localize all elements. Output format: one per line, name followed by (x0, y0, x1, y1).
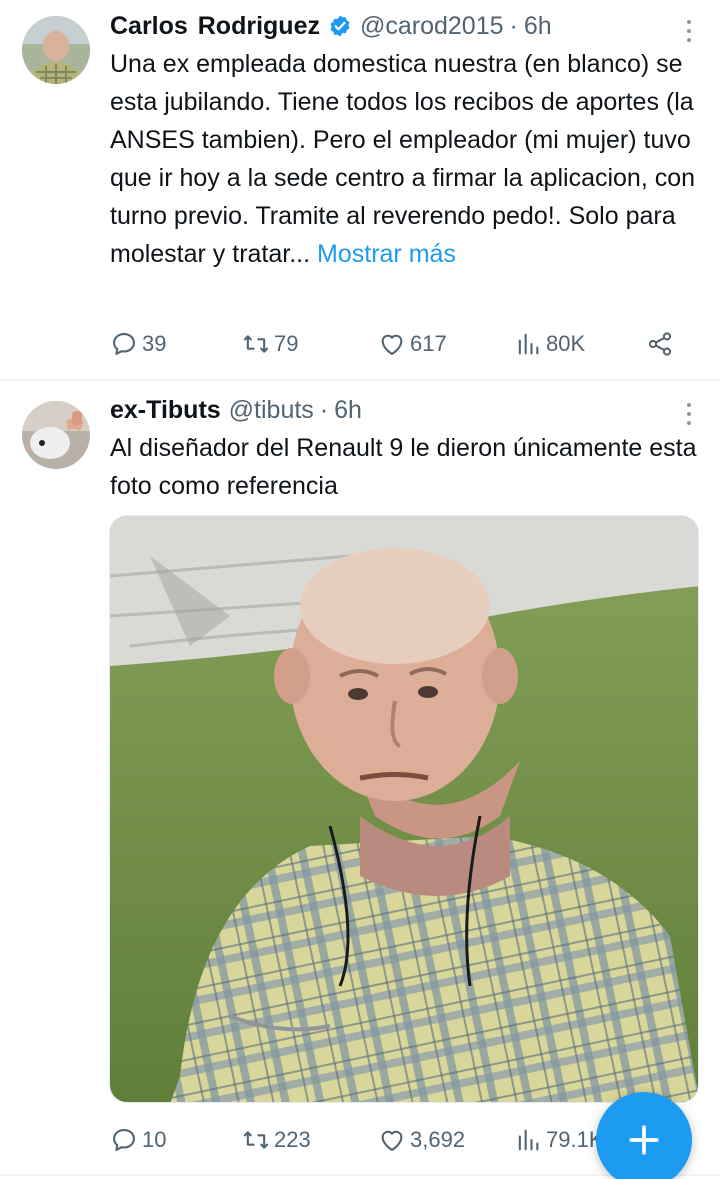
share-icon (648, 332, 672, 356)
heart-icon (381, 334, 403, 355)
reply-icon (113, 1129, 135, 1151)
tweet[interactable]: ex-Tibuts @tibuts · 6h Al diseñador del … (0, 381, 720, 1179)
views-bar-chart-icon (518, 333, 539, 355)
tweet-header: ex-Tibuts @tibuts · 6h (110, 395, 362, 425)
reply-button[interactable]: 39 (110, 326, 166, 362)
author-handle[interactable]: @tibuts (229, 395, 314, 425)
tweet-text: Al diseñador del Renault 9 le dieron úni… (110, 429, 700, 505)
avatar[interactable] (22, 16, 90, 84)
retweet-button[interactable]: 223 (242, 1122, 311, 1158)
action-bar: 39 79 617 80K (110, 326, 690, 362)
view-count: 80K (546, 331, 586, 356)
retweet-count: 79 (274, 331, 299, 356)
tweet-header: Carlos Rodriguez @carod2015 · 6h (110, 11, 552, 41)
like-button[interactable]: 3,692 (378, 1122, 465, 1158)
tweet[interactable]: Carlos Rodriguez @carod2015 · 6h Una ex … (0, 0, 720, 380)
verified-badge-icon (328, 14, 352, 38)
tweet-text: Una ex empleada domestica nuestra (en bl… (110, 45, 700, 273)
like-button[interactable]: 617 (378, 326, 447, 362)
views-button[interactable]: 80K (514, 326, 585, 362)
views-bar-chart-icon (518, 1129, 539, 1151)
tweet-body: Una ex empleada domestica nuestra (en bl… (110, 50, 696, 268)
show-more-link[interactable]: Mostrar más (317, 240, 456, 268)
reply-count: 39 (142, 331, 167, 356)
retweet-button[interactable]: 79 (242, 326, 298, 362)
reply-count: 10 (142, 1127, 167, 1152)
more-vertical-icon[interactable] (686, 20, 692, 42)
plus-icon (629, 1125, 659, 1155)
separator-dot: · (319, 396, 329, 424)
separator-dot: · (509, 12, 518, 40)
retweet-icon (243, 1131, 269, 1149)
author-name[interactable]: Carlos Rodriguez (110, 11, 320, 41)
avatar[interactable] (22, 401, 90, 469)
tweet-body: Al diseñador del Renault 9 le dieron úni… (110, 434, 697, 500)
share-button[interactable] (646, 326, 678, 362)
view-count: 79.1K (546, 1127, 604, 1152)
author-handle[interactable]: @carod2015 (360, 11, 504, 41)
more-vertical-icon[interactable] (686, 403, 692, 425)
compose-button[interactable] (596, 1092, 692, 1179)
timestamp[interactable]: 6h (334, 395, 362, 425)
author-name[interactable]: ex-Tibuts (110, 395, 221, 425)
timestamp[interactable]: 6h (524, 11, 552, 41)
retweet-count: 223 (274, 1127, 311, 1152)
reply-icon (113, 333, 135, 355)
like-count: 617 (410, 331, 447, 356)
like-count: 3,692 (410, 1127, 466, 1152)
man-in-plaid-shirt-photo (110, 516, 698, 1102)
reply-button[interactable]: 10 (110, 1122, 166, 1158)
retweet-icon (243, 335, 269, 353)
heart-icon (381, 1130, 403, 1151)
views-button[interactable]: 79.1K (514, 1122, 604, 1158)
tweet-photo[interactable] (109, 515, 699, 1103)
